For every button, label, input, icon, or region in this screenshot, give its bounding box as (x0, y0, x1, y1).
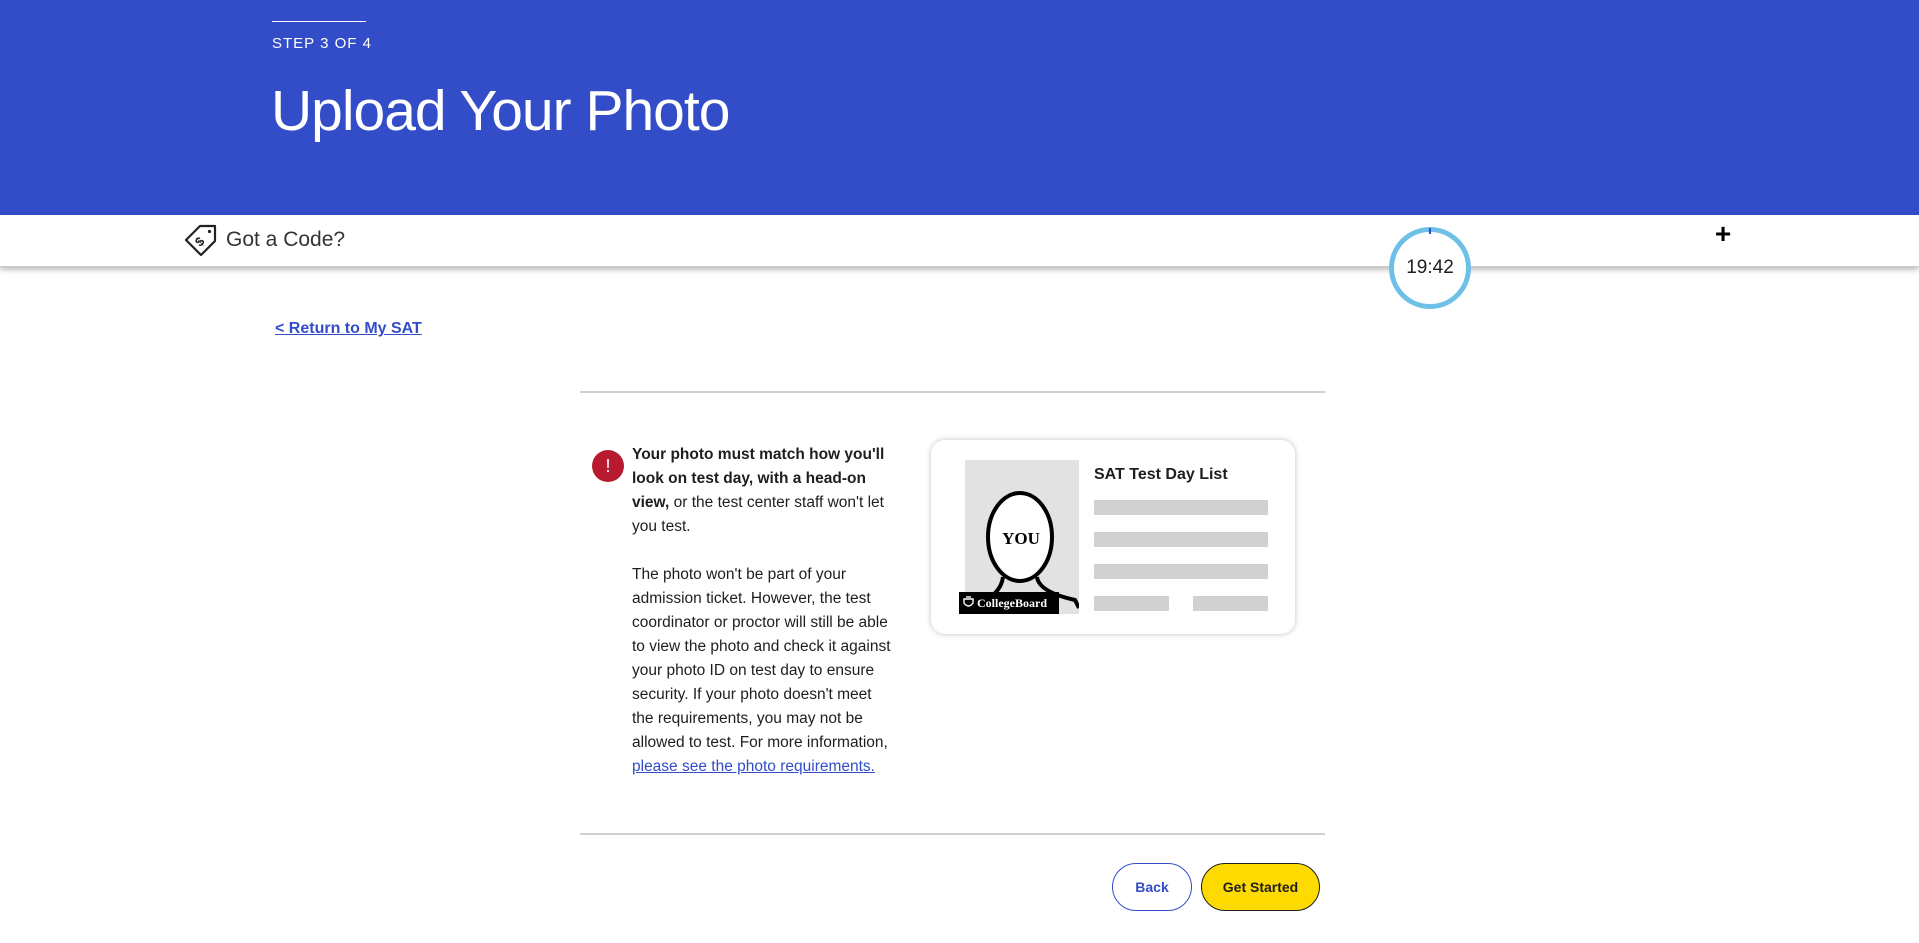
placeholder-line (1094, 532, 1268, 547)
promo-code-bar: $ Got a Code? + (0, 215, 1919, 267)
acorn-icon (963, 596, 974, 607)
alert-icon: ! (592, 450, 624, 482)
photo-placeholder: YOU (965, 460, 1079, 614)
got-a-code-toggle[interactable]: $ Got a Code? (182, 222, 345, 258)
notice-warning: Your photo must match how you'll look on… (632, 443, 894, 539)
header-banner: STEP 3 OF 4 Upload Your Photo (0, 0, 1919, 215)
collegeboard-wordmark: CollegeBoard (977, 596, 1047, 610)
return-to-my-sat-link[interactable]: < Return to My SAT (275, 320, 422, 338)
timer-progress-marker (1429, 228, 1431, 234)
notice-body-text: The photo won't be part of your admissio… (632, 566, 891, 751)
price-tag-dollar-icon: $ (184, 224, 217, 257)
ticket-card-title: SAT Test Day List (1094, 466, 1228, 483)
photo-requirements-notice: Your photo must match how you'll look on… (632, 443, 894, 803)
plus-icon[interactable]: + (1712, 220, 1734, 248)
placeholder-line (1094, 500, 1268, 515)
section-divider-bottom (580, 833, 1325, 835)
section-divider-top (580, 391, 1325, 393)
placeholder-line (1094, 596, 1169, 611)
photo-requirements-link[interactable]: please see the photo requirements. (632, 758, 875, 775)
page-title: Upload Your Photo (271, 79, 730, 143)
get-started-button[interactable]: Get Started (1201, 863, 1320, 911)
step-divider (272, 21, 366, 22)
collegeboard-logo: CollegeBoard (959, 592, 1059, 614)
you-label: YOU (1002, 529, 1040, 548)
person-silhouette-icon: YOU (984, 491, 1079, 609)
back-button[interactable]: Back (1112, 863, 1192, 911)
admission-ticket-illustration: YOU CollegeBoard SAT Test Day List (931, 440, 1295, 634)
timer-value: 19:42 (1406, 257, 1454, 278)
step-indicator: STEP 3 OF 4 (272, 35, 372, 52)
got-a-code-label: Got a Code? (226, 228, 346, 251)
notice-body: The photo won't be part of your admissio… (632, 563, 894, 779)
countdown-timer: 19:42 (1389, 227, 1471, 309)
notice-warning-rest: or the test center staff won't let you t… (632, 494, 884, 535)
placeholder-line (1094, 564, 1268, 579)
placeholder-line (1193, 596, 1268, 611)
